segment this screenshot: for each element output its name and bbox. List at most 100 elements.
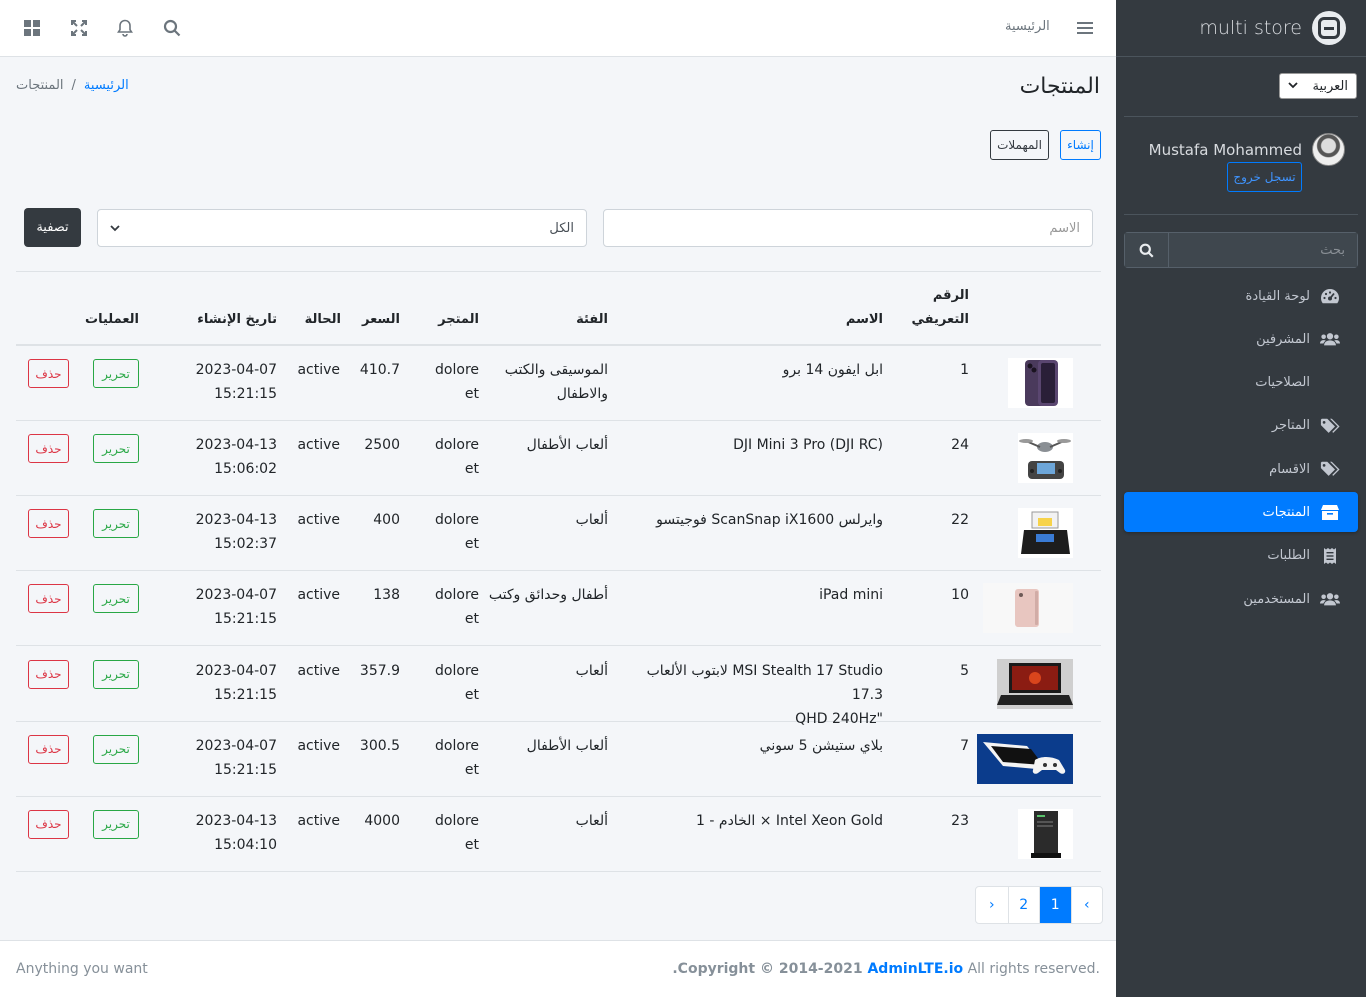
edit-button[interactable]: تحرير (93, 734, 139, 764)
breadcrumb-current: المنتجات (16, 78, 64, 93)
sidebar-nav: لوحة القيادة المشرفين الصلاحيات المتاجر الاق… (1124, 276, 1358, 622)
filter-submit-button[interactable]: تصفية (24, 208, 81, 247)
category-filter-select[interactable]: الكل (97, 209, 587, 247)
table-row: 24 DJI Mini 3 Pro (DJI RC) ألعاب الأطفال do… (16, 421, 1101, 497)
pagination-page-1[interactable]: 1 (1039, 887, 1071, 923)
pagination-prev[interactable]: ‹ (1070, 887, 1103, 923)
product-status: active (297, 512, 340, 529)
delete-button[interactable]: حذف (28, 584, 69, 614)
box-icon (1320, 503, 1340, 521)
sidebar-item-0[interactable]: لوحة القيادة (1124, 276, 1358, 316)
product-name: iPad mini (819, 583, 883, 607)
table-row: 7 بلاي ستيشن 5 سوني ألعاب الأطفال dolore et 3… (16, 722, 1101, 797)
delete-button[interactable]: حذف (28, 809, 69, 839)
product-image (977, 733, 1073, 784)
sidebar-search-input[interactable]: بحث (1169, 232, 1358, 268)
pagination-next[interactable]: › (976, 887, 1008, 923)
sidebar-item-4[interactable]: الاقسام (1124, 449, 1358, 489)
table-row: 23 الخادم - 1 × Intel Xeon Gold ألعاب dolor… (16, 797, 1101, 872)
sidebar-item-2[interactable]: الصلاحيات (1124, 363, 1358, 403)
sidebar-search: بحث (1124, 232, 1358, 268)
dashboard-icon (1320, 287, 1340, 305)
product-created: 2023-04-07 15:21:15 (196, 358, 277, 406)
product-store-line1: dolore (435, 587, 479, 604)
product-created-time: 15:06:02 (214, 461, 277, 478)
language-section: العربية (1124, 57, 1358, 117)
product-status: active (297, 587, 340, 604)
users-icon (1320, 330, 1340, 348)
fullscreen-icon[interactable] (69, 18, 89, 38)
create-button[interactable]: إنشاء (1060, 130, 1101, 160)
brand-link[interactable]: multi store (1116, 0, 1366, 57)
product-created-time: 15:21:15 (214, 386, 277, 402)
product-category: ألعاب (576, 809, 608, 833)
product-price: 4000 (364, 812, 400, 829)
delete-button[interactable]: حذف (28, 659, 69, 689)
product-store-line1: dolore (435, 512, 479, 529)
sidebar-search-button[interactable] (1124, 232, 1169, 268)
sidebar-item-label: الاقسام (1269, 461, 1310, 477)
product-name: ابل ايفون 14 برو (783, 358, 883, 382)
product-category-line1: ألعاب الأطفال (526, 737, 608, 754)
tags-icon (1320, 460, 1340, 478)
language-select[interactable]: العربية (1279, 73, 1357, 99)
nav-home-link[interactable]: الرئيسية (1005, 19, 1050, 34)
bell-icon[interactable] (115, 18, 135, 38)
sidebar-item-6[interactable]: الطلبات (1124, 536, 1358, 576)
table-row: 1 ابل ايفون 14 برو الموسيقى والكتب والاطفال… (16, 346, 1101, 421)
breadcrumb: المنتجات / الرئيسية (16, 78, 129, 93)
search-icon[interactable] (162, 18, 182, 38)
name-filter-input[interactable]: الاسم (603, 209, 1093, 247)
edit-button[interactable]: تحرير (93, 509, 139, 539)
product-created-date: 2023-04-07 (195, 362, 277, 378)
edit-button[interactable]: تحرير (93, 434, 139, 464)
footer-tagline: Anything you want (16, 961, 148, 977)
product-category-line1: ألعاب (575, 512, 608, 529)
product-store-line2: et (464, 611, 479, 628)
product-status: active (297, 662, 340, 679)
product-created: 2023-04-07 15:21:15 (196, 659, 277, 707)
edit-button[interactable]: تحرير (93, 584, 139, 614)
menu-toggle-icon[interactable] (1075, 18, 1095, 38)
product-created-time: 15:21:15 (214, 761, 277, 778)
edit-button[interactable]: تحرير (93, 659, 139, 689)
delete-button[interactable]: حذف (28, 434, 69, 464)
delete-button[interactable]: حذف (28, 734, 69, 764)
product-category: الموسيقى والكتب والاطفال (505, 358, 608, 406)
breadcrumb-home-link[interactable]: الرئيسية (84, 78, 129, 93)
product-store: dolore et (435, 433, 479, 481)
edit-button[interactable]: تحرير (93, 359, 139, 388)
edit-button[interactable]: تحرير (93, 809, 139, 839)
footer-adminlte-link[interactable]: AdminLTE.io (867, 961, 963, 977)
product-price: 400 (373, 512, 400, 529)
trash-button[interactable]: المهملات (990, 130, 1049, 160)
delete-button[interactable]: حذف (28, 359, 69, 388)
product-category-line1: ألعاب (575, 812, 608, 829)
pagination-page-2[interactable]: 2 (1007, 887, 1040, 923)
product-category: ألعاب الأطفال (527, 433, 608, 457)
product-store: dolore et (435, 508, 479, 556)
product-created-time: 15:21:15 (214, 611, 277, 628)
receipt-icon (1320, 547, 1340, 565)
sidebar-item-label: الطلبات (1267, 548, 1310, 564)
product-name: بلاي ستيشن 5 سوني (760, 734, 883, 758)
product-created: 2023-04-13 15:04:10 (196, 809, 277, 857)
product-image (1018, 808, 1073, 859)
product-name-line1: بلاي ستيشن 5 سوني (759, 737, 883, 754)
logout-button[interactable]: تسجل خروج (1227, 162, 1302, 192)
footer: Anything you want .Copyright © 2014-2021… (0, 940, 1116, 997)
sidebar-item-5[interactable]: المنتجات (1124, 492, 1358, 533)
apps-grid-icon[interactable] (22, 18, 42, 38)
delete-button[interactable]: حذف (28, 509, 69, 539)
sidebar-item-1[interactable]: المشرفين (1124, 319, 1358, 359)
user-name[interactable]: Mustafa Mohammed (1149, 141, 1302, 159)
product-id: 7 (960, 737, 969, 754)
product-status: active (297, 437, 340, 454)
sidebar-item-label: الصلاحيات (1255, 375, 1310, 391)
sidebar-item-label: المشرفين (1256, 331, 1310, 347)
sidebar-item-7[interactable]: المستخدمين (1124, 579, 1358, 619)
avatar (1312, 133, 1345, 166)
sidebar-item-3[interactable]: المتاجر (1124, 406, 1358, 446)
product-category: أطفال وحدائق وكتب (489, 583, 608, 607)
header-id-line1: الرقم (932, 288, 969, 303)
